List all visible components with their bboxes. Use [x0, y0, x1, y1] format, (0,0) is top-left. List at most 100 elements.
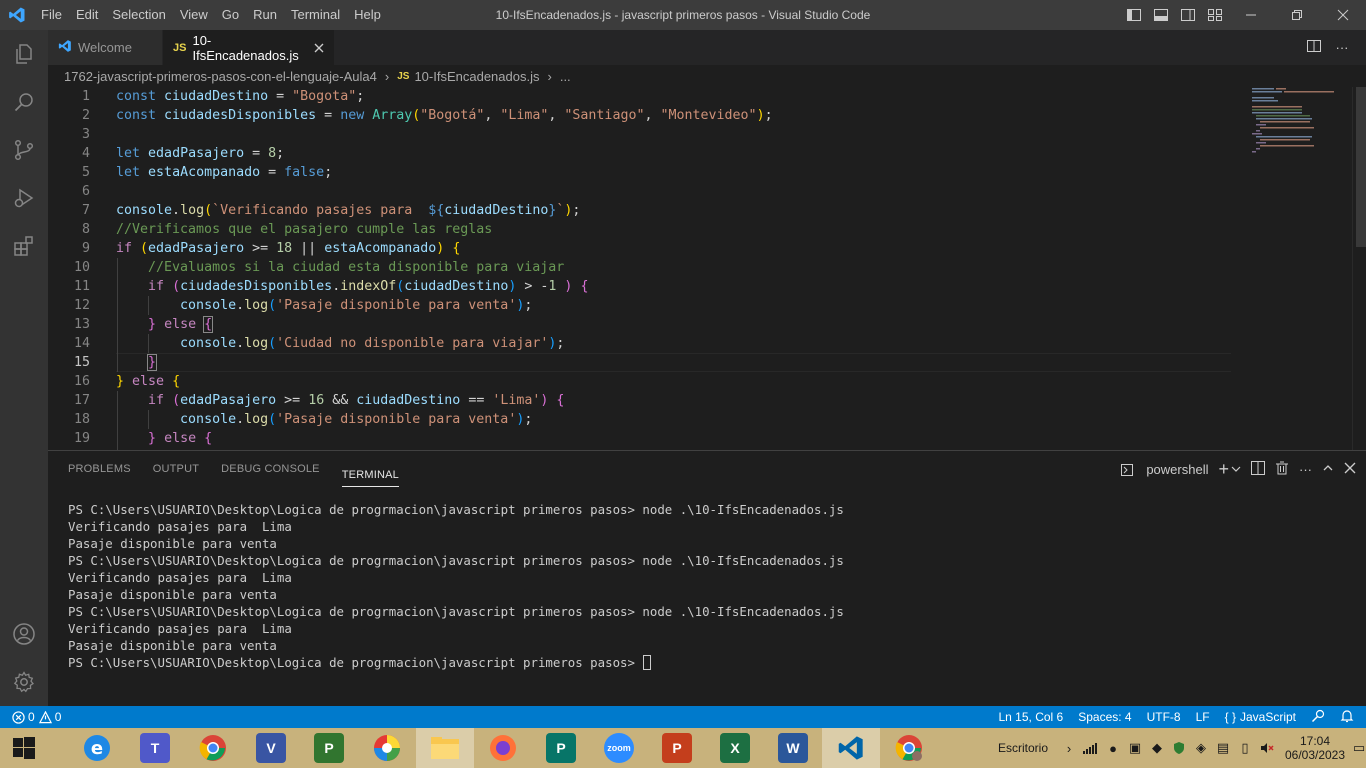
chevron-up-icon[interactable]: › — [1058, 728, 1080, 768]
vscode-small-icon — [58, 39, 72, 56]
breadcrumb-folder[interactable]: 1762-javascript-primeros-pasos-con-el-le… — [64, 69, 377, 84]
split-terminal-icon[interactable] — [1251, 460, 1265, 478]
more-actions-icon[interactable]: ··· — [1328, 40, 1356, 55]
toggle-secondary-sidebar-icon[interactable] — [1174, 0, 1201, 30]
edge-icon[interactable]: e — [68, 728, 126, 768]
excel-icon[interactable]: X — [706, 728, 764, 768]
vscode-taskbar-icon[interactable] — [822, 728, 880, 768]
close-icon[interactable] — [314, 40, 324, 56]
search-icon[interactable] — [0, 78, 48, 126]
teams-icon[interactable]: T — [126, 728, 184, 768]
restore-button[interactable] — [1274, 0, 1320, 30]
trash-icon[interactable] — [1275, 461, 1289, 478]
braces-icon: { } — [1224, 710, 1236, 724]
publisher-icon[interactable]: P — [532, 728, 590, 768]
visio-icon[interactable]: V — [242, 728, 300, 768]
code-editor[interactable]: 1 const ciudadDestino = "Bogota"; 2 const … — [48, 87, 1366, 450]
source-control-icon[interactable] — [0, 126, 48, 174]
tab-10-ifsencadenados[interactable]: JS 10-IfsEncadenados.js — [163, 30, 335, 65]
problems-status[interactable]: 0 0 — [0, 710, 61, 724]
code-line: 16} else { — [48, 372, 1238, 391]
run-debug-icon[interactable] — [0, 174, 48, 222]
line-number: 7 — [81, 203, 90, 218]
customize-layout-icon[interactable] — [1201, 0, 1228, 30]
shield-icon[interactable] — [1168, 728, 1190, 768]
scrollbar-thumb[interactable] — [1356, 87, 1366, 247]
toggle-sidebar-icon[interactable] — [1120, 0, 1147, 30]
chevron-right-icon: › — [384, 68, 390, 84]
tray-app-icon[interactable]: ▤ — [1212, 728, 1234, 768]
feedback-icon[interactable] — [1311, 709, 1325, 726]
menu-view[interactable]: View — [173, 0, 215, 30]
close-window-button[interactable] — [1320, 0, 1366, 30]
error-count: 0 — [28, 710, 35, 724]
terminal-prompt-line[interactable]: PS C:\Users\USUARIO\Desktop\Logica de pr… — [68, 654, 844, 671]
tab-debug-console[interactable]: DEBUG CONSOLE — [221, 451, 320, 487]
desktop-toolbar-label[interactable]: Escritorio — [998, 741, 1048, 755]
battery-icon[interactable]: ▯ — [1234, 728, 1256, 768]
more-actions-icon[interactable]: ··· — [1299, 462, 1312, 477]
breadcrumb-file[interactable]: 10-IfsEncadenados.js — [414, 69, 539, 84]
file-explorer-icon[interactable] — [416, 728, 474, 768]
word-icon[interactable]: W — [764, 728, 822, 768]
terminal-shell-selector[interactable]: powershell — [1121, 462, 1208, 477]
project-icon[interactable]: P — [300, 728, 358, 768]
tray-app-icon[interactable]: ◆ — [1146, 728, 1168, 768]
notifications-icon[interactable]: ▭ — [1352, 728, 1366, 768]
breadcrumb-more[interactable]: ... — [560, 69, 571, 84]
minimize-button[interactable] — [1228, 0, 1274, 30]
indentation[interactable]: Spaces: 4 — [1078, 710, 1131, 724]
cursor-position[interactable]: Ln 15, Col 6 — [999, 710, 1064, 724]
language-mode[interactable]: { } JavaScript — [1225, 710, 1296, 724]
tray-app-icon[interactable]: ▣ — [1124, 728, 1146, 768]
menu-edit[interactable]: Edit — [69, 0, 105, 30]
color-app-icon[interactable] — [358, 728, 416, 768]
wifi-signal-icon[interactable] — [1080, 728, 1102, 768]
activity-bar — [0, 30, 48, 706]
accounts-icon[interactable] — [0, 610, 48, 658]
menu-selection[interactable]: Selection — [105, 0, 172, 30]
close-panel-icon[interactable] — [1344, 462, 1356, 477]
code-line: 15 } — [48, 353, 1238, 372]
split-editor-icon[interactable] — [1300, 38, 1328, 57]
chevron-down-icon[interactable] — [1231, 462, 1241, 477]
clock-date: 06/03/2023 — [1284, 748, 1346, 762]
chrome-icon[interactable] — [184, 728, 242, 768]
code-line: 19 } else { — [48, 429, 1238, 448]
tray-app-icon[interactable]: ● — [1102, 728, 1124, 768]
clock-time: 17:04 — [1299, 734, 1331, 748]
code-line: 11 if (ciudadesDisponibles.indexOf(ciuda… — [48, 277, 1238, 296]
tab-problems[interactable]: PROBLEMS — [68, 451, 131, 487]
windows-start-icon[interactable] — [0, 728, 48, 768]
notifications-bell-icon[interactable] — [1340, 709, 1354, 726]
tab-terminal[interactable]: TERMINAL — [341, 457, 399, 487]
volume-muted-icon[interactable] — [1256, 728, 1278, 768]
menu-go[interactable]: Go — [215, 0, 246, 30]
explorer-icon[interactable] — [0, 30, 48, 78]
menu-run[interactable]: Run — [246, 0, 284, 30]
editor-scrollbar[interactable] — [1352, 87, 1366, 450]
toggle-panel-icon[interactable] — [1147, 0, 1174, 30]
menu-file[interactable]: File — [34, 0, 69, 30]
extensions-icon[interactable] — [0, 222, 48, 270]
terminal-output[interactable]: PS C:\Users\USUARIO\Desktop\Logica de pr… — [68, 501, 844, 671]
zoom-icon[interactable]: zoom — [590, 728, 648, 768]
tab-welcome[interactable]: Welcome — [48, 30, 163, 65]
menu-terminal[interactable]: Terminal — [284, 0, 347, 30]
line-number: 10 — [73, 260, 90, 275]
code-line: 3 — [48, 125, 1238, 144]
tray-app-icon[interactable]: ◈ — [1190, 728, 1212, 768]
chrome-profile-icon[interactable] — [880, 728, 938, 768]
firefox-icon[interactable] — [474, 728, 532, 768]
powerpoint-icon[interactable]: P — [648, 728, 706, 768]
settings-gear-icon[interactable] — [0, 658, 48, 706]
minimap[interactable] — [1242, 87, 1352, 450]
encoding[interactable]: UTF-8 — [1147, 710, 1181, 724]
menu-help[interactable]: Help — [347, 0, 388, 30]
end-of-line[interactable]: LF — [1196, 710, 1210, 724]
tab-output[interactable]: OUTPUT — [153, 451, 199, 487]
code-line: 5 let estaAcompanado = false; — [48, 163, 1238, 182]
maximize-panel-icon[interactable] — [1322, 462, 1334, 477]
new-terminal-icon[interactable]: + — [1218, 459, 1229, 480]
clock[interactable]: 17:04 06/03/2023 — [1278, 734, 1352, 762]
